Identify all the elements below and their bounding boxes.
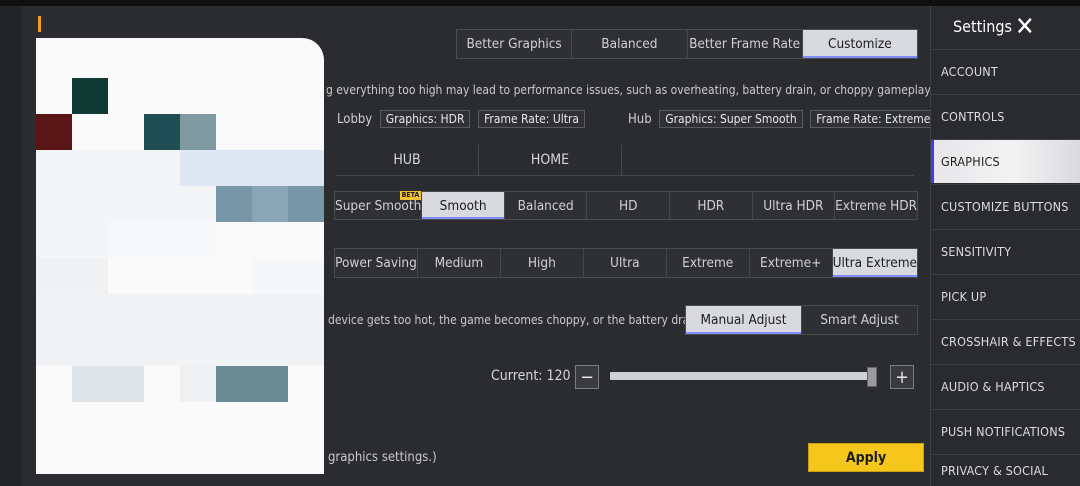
fps-ultra-extreme[interactable]: Ultra Extreme bbox=[832, 249, 918, 277]
tab-hub[interactable]: HUB bbox=[336, 145, 479, 175]
sidebar-item-account[interactable]: ACCOUNT bbox=[931, 49, 1080, 93]
scene-tabs: HUB HOME bbox=[336, 145, 914, 176]
manual-adjust-option[interactable]: Manual Adjust bbox=[686, 306, 802, 334]
beta-badge: BETA bbox=[399, 191, 422, 200]
slider-thumb[interactable] bbox=[867, 367, 877, 387]
minus-icon: − bbox=[580, 366, 594, 388]
lobby-graphics-chip: Graphics: HDR bbox=[379, 110, 471, 128]
adjust-mode-selector: Manual Adjust Smart Adjust bbox=[685, 305, 918, 335]
sidebar-item-audio-haptics[interactable]: AUDIO & HAPTICS bbox=[931, 364, 1080, 408]
slider-track[interactable] bbox=[610, 372, 872, 380]
graphics-super-smooth[interactable]: Super Smooth BETA bbox=[335, 191, 423, 219]
sidebar-item-graphics[interactable]: GRAPHICS bbox=[931, 139, 1080, 183]
orange-marker bbox=[38, 16, 41, 32]
hub-frame-rate-chip: Frame Rate: Extreme bbox=[810, 110, 937, 128]
adjust-description: device gets too hot, the game becomes ch… bbox=[328, 313, 713, 327]
preset-customize[interactable]: Customize bbox=[802, 30, 918, 58]
graphics-balanced[interactable]: Balanced bbox=[505, 192, 588, 219]
graphics-extreme-hdr[interactable]: Extreme HDR bbox=[835, 192, 917, 219]
smart-adjust-option[interactable]: Smart Adjust bbox=[802, 306, 917, 334]
left-edge bbox=[0, 6, 22, 486]
sidebar-item-crosshair-effects[interactable]: CROSSHAIR & EFFECTS bbox=[931, 319, 1080, 363]
sidebar-item-privacy-social[interactable]: PRIVACY & SOCIAL bbox=[931, 454, 1080, 486]
hub-label: Hub bbox=[628, 112, 652, 127]
sidebar-item-pick-up[interactable]: PICK UP bbox=[931, 274, 1080, 318]
fps-high[interactable]: High bbox=[501, 249, 584, 277]
preset-balanced[interactable]: Balanced bbox=[572, 30, 688, 58]
settings-title: Settings bbox=[953, 17, 1013, 36]
apply-button[interactable]: Apply bbox=[808, 443, 924, 472]
increase-button[interactable]: + bbox=[890, 365, 914, 389]
sidebar-item-controls[interactable]: CONTROLS bbox=[931, 94, 1080, 138]
hub-summary: Hub Graphics: Super Smooth Frame Rate: E… bbox=[628, 110, 937, 128]
fps-extreme[interactable]: Extreme bbox=[667, 249, 750, 277]
fps-power-saving[interactable]: Power Saving bbox=[335, 249, 418, 277]
preset-better-frame-rate[interactable]: Better Frame Rate bbox=[688, 30, 803, 58]
fps-medium[interactable]: Medium bbox=[418, 249, 501, 277]
lobby-frame-rate-chip: Frame Rate: Ultra bbox=[478, 110, 586, 128]
performance-warning: g everything too high may lead to perfor… bbox=[326, 83, 933, 97]
graphics-ultra-hdr[interactable]: Ultra HDR bbox=[753, 192, 836, 219]
lobby-label: Lobby bbox=[337, 112, 373, 127]
obscured-region bbox=[36, 38, 324, 474]
close-icon[interactable]: ✕ bbox=[1015, 14, 1035, 40]
fps-extreme-plus[interactable]: Extreme+ bbox=[750, 249, 833, 277]
lobby-summary: Lobby Graphics: HDR Frame Rate: Ultra bbox=[337, 110, 586, 128]
graphics-hd[interactable]: HD bbox=[587, 192, 670, 219]
fps-ultra[interactable]: Ultra bbox=[584, 249, 667, 277]
plus-icon: + bbox=[895, 366, 909, 388]
hub-graphics-chip: Graphics: Super Smooth bbox=[659, 110, 803, 128]
frame-rate-selector: Power Saving Medium High Ultra Extreme E… bbox=[334, 248, 918, 278]
preset-better-graphics[interactable]: Better Graphics bbox=[457, 30, 573, 58]
graphics-hdr[interactable]: HDR bbox=[670, 192, 753, 219]
sidebar-item-customize-buttons[interactable]: CUSTOMIZE BUTTONS bbox=[931, 184, 1080, 228]
sidebar-item-push-notifications[interactable]: PUSH NOTIFICATIONS bbox=[931, 409, 1080, 453]
tab-home[interactable]: HOME bbox=[479, 145, 622, 175]
graphics-quality-selector: Super Smooth BETA Smooth Balanced HD HDR… bbox=[334, 191, 918, 220]
graphics-preset-selector: Better Graphics Balanced Better Frame Ra… bbox=[456, 29, 918, 59]
sidebar-item-sensitivity[interactable]: SENSITIVITY bbox=[931, 229, 1080, 273]
current-value-label: Current: 120 bbox=[491, 368, 571, 384]
graphics-smooth[interactable]: Smooth bbox=[422, 192, 505, 219]
reset-hint: graphics settings.) bbox=[328, 450, 437, 465]
decrease-button[interactable]: − bbox=[575, 365, 599, 389]
